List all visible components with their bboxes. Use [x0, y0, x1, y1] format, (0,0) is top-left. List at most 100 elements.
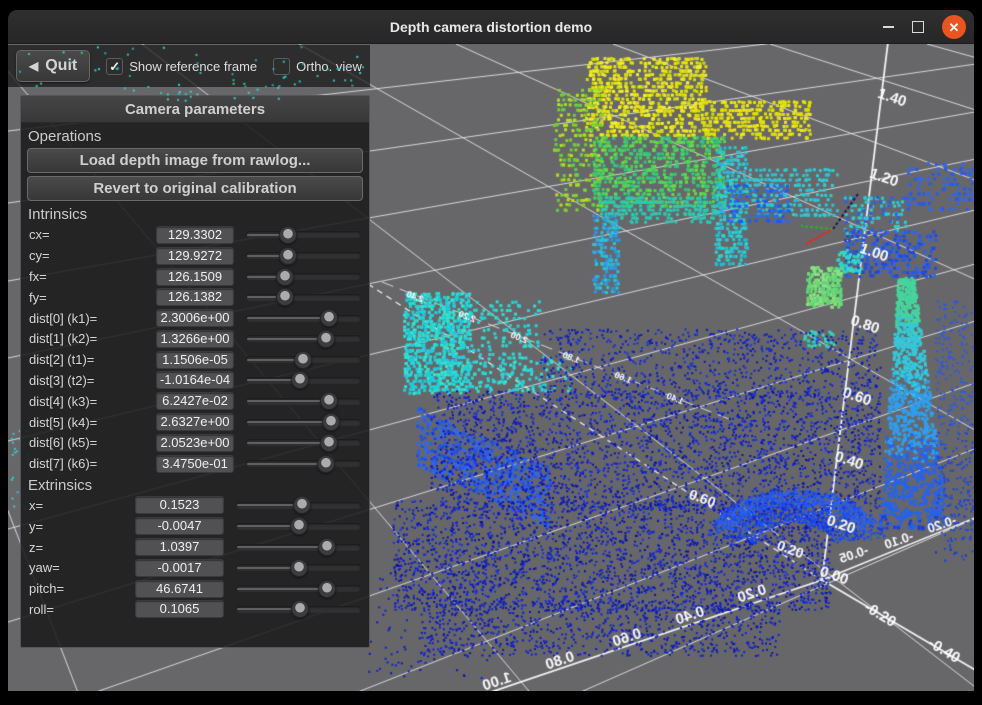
param-value-field[interactable]: 1.1506e-05 [156, 351, 234, 369]
param-row: dist[7] (k6)= 3.4750e-01 [29, 455, 361, 473]
slider-fill [247, 359, 297, 361]
slider-knob[interactable] [279, 247, 297, 265]
param-label: fy= [29, 290, 156, 305]
param-slider[interactable] [236, 538, 361, 556]
slider-fill [247, 234, 282, 236]
minimize-icon[interactable] [883, 26, 894, 28]
slider-knob[interactable] [291, 371, 309, 389]
param-slider[interactable] [246, 351, 361, 369]
param-value-field[interactable]: -0.0017 [135, 559, 224, 577]
param-slider[interactable] [236, 600, 361, 618]
param-slider[interactable] [236, 580, 361, 598]
param-label: y= [29, 519, 135, 534]
param-slider[interactable] [246, 392, 361, 410]
param-value-field[interactable]: 0.1523 [135, 496, 224, 514]
param-value-field[interactable]: 126.1382 [156, 288, 234, 306]
param-slider[interactable] [246, 288, 361, 306]
quit-button[interactable]: ◀ Quit [16, 50, 90, 82]
maximize-icon[interactable] [912, 21, 924, 33]
section-operations: Operations [28, 128, 369, 145]
window-title: Depth camera distortion demo [8, 19, 974, 35]
checkbox-ortho-view[interactable]: Ortho. view [273, 58, 362, 75]
revert-calibration-button[interactable]: Revert to original calibration [27, 176, 363, 201]
extrinsics-rows: x= 0.1523 y= -0.0047 z= 1.0397 yaw= -0.0… [21, 497, 369, 619]
param-slider[interactable] [246, 330, 361, 348]
param-slider[interactable] [246, 226, 361, 244]
param-slider[interactable] [236, 559, 361, 577]
param-value-field[interactable]: 46.6741 [135, 580, 224, 598]
slider-knob[interactable] [279, 226, 297, 244]
slider-fill [247, 338, 320, 340]
checkbox-label: Show reference frame [129, 59, 257, 74]
param-value-field[interactable]: 3.4750e-01 [156, 455, 234, 473]
slider-knob[interactable] [320, 309, 338, 327]
load-depth-image-button[interactable]: Load depth image from rawlog... [27, 148, 363, 173]
checkbox-icon[interactable]: ✓ [106, 58, 123, 75]
slider-knob[interactable] [320, 434, 338, 452]
param-label: dist[4] (k3)= [29, 394, 156, 409]
param-row: dist[3] (t2)= -1.0164e-04 [29, 372, 361, 390]
param-label: yaw= [29, 560, 135, 575]
param-label: dist[6] (k5)= [29, 435, 156, 450]
param-row: dist[2] (t1)= 1.1506e-05 [29, 351, 361, 369]
param-label: x= [29, 498, 135, 513]
param-value-field[interactable]: 2.0523e+00 [156, 434, 234, 452]
param-row: roll= 0.1065 [29, 601, 361, 619]
checkbox-icon[interactable] [273, 58, 290, 75]
param-label: dist[0] (k1)= [29, 311, 156, 326]
param-value-field[interactable]: 0.1065 [135, 600, 224, 618]
param-slider[interactable] [246, 434, 361, 452]
param-slider[interactable] [246, 247, 361, 265]
param-value-field[interactable]: 1.0397 [135, 538, 224, 556]
panel-title[interactable]: Camera parameters [21, 96, 369, 123]
slider-knob[interactable] [276, 288, 294, 306]
param-value-field[interactable]: 129.3302 [156, 226, 234, 244]
param-row: y= -0.0047 [29, 517, 361, 535]
slider-knob[interactable] [317, 455, 335, 473]
slider-knob[interactable] [290, 517, 308, 535]
param-slider[interactable] [236, 496, 361, 514]
slider-knob[interactable] [291, 600, 309, 618]
param-label: pitch= [29, 581, 135, 596]
checkbox-label: Ortho. view [296, 59, 362, 74]
section-intrinsics: Intrinsics [28, 206, 369, 223]
slider-knob[interactable] [318, 580, 336, 598]
slider-knob[interactable] [293, 496, 311, 514]
param-label: dist[2] (t1)= [29, 352, 156, 367]
slider-knob[interactable] [276, 268, 294, 286]
titlebar[interactable]: Depth camera distortion demo ✕ [8, 10, 974, 44]
slider-knob[interactable] [294, 351, 312, 369]
close-icon[interactable]: ✕ [942, 15, 966, 39]
param-slider[interactable] [246, 455, 361, 473]
slider-knob[interactable] [320, 392, 338, 410]
param-row: x= 0.1523 [29, 497, 361, 515]
param-row: dist[0] (k1)= 2.3006e+00 [29, 309, 361, 327]
param-row: dist[4] (k3)= 6.2427e-02 [29, 392, 361, 410]
slider-knob[interactable] [317, 330, 335, 348]
param-value-field[interactable]: -1.0164e-04 [156, 371, 234, 389]
slider-fill [247, 442, 323, 444]
param-value-field[interactable]: 1.3266e+00 [156, 330, 234, 348]
param-row: pitch= 46.6741 [29, 580, 361, 598]
slider-fill [237, 525, 293, 527]
param-value-field[interactable]: -0.0047 [135, 517, 224, 535]
slider-knob[interactable] [318, 538, 336, 556]
param-value-field[interactable]: 126.1509 [156, 268, 234, 286]
viewport-3d: ◀ Quit ✓ Show reference frame Ortho. vie… [8, 44, 974, 691]
param-value-field[interactable]: 129.9272 [156, 247, 234, 265]
param-row: dist[6] (k5)= 2.0523e+00 [29, 434, 361, 452]
checkbox-show-reference-frame[interactable]: ✓ Show reference frame [106, 58, 257, 75]
param-row: dist[5] (k4)= 2.6327e+00 [29, 413, 361, 431]
param-slider[interactable] [246, 268, 361, 286]
slider-knob[interactable] [322, 413, 340, 431]
param-slider[interactable] [246, 413, 361, 431]
param-row: cy= 129.9272 [29, 247, 361, 265]
slider-knob[interactable] [290, 559, 308, 577]
param-row: fx= 126.1509 [29, 268, 361, 286]
param-value-field[interactable]: 2.3006e+00 [156, 309, 234, 327]
param-slider[interactable] [246, 309, 361, 327]
param-slider[interactable] [246, 371, 361, 389]
param-value-field[interactable]: 6.2427e-02 [156, 392, 234, 410]
param-value-field[interactable]: 2.6327e+00 [156, 413, 234, 431]
param-slider[interactable] [236, 517, 361, 535]
